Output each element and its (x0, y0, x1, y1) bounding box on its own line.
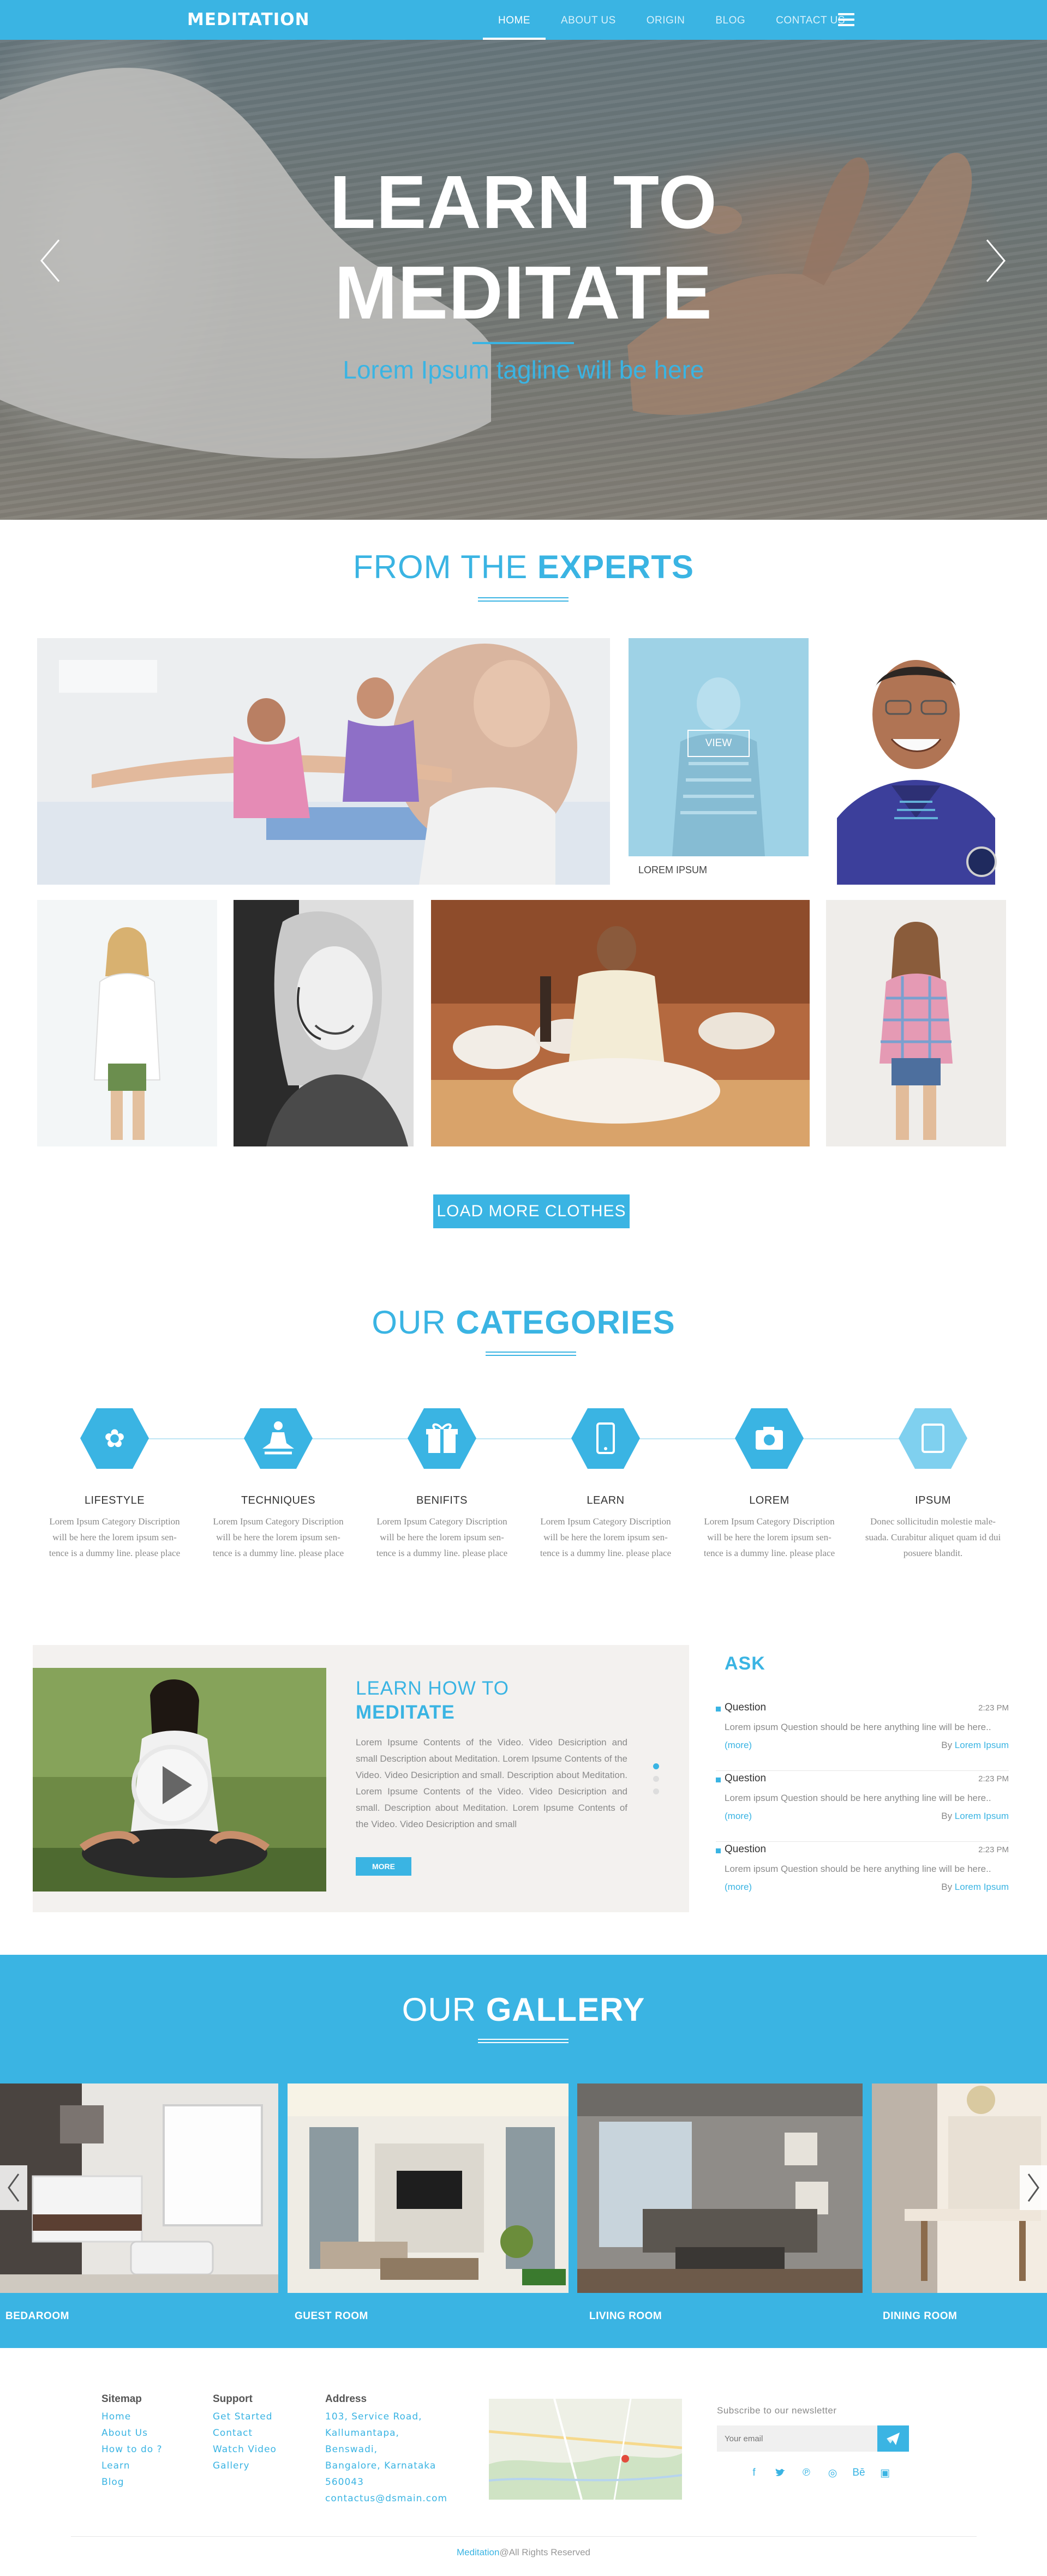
gallery-heading: OUR GALLERY (402, 1991, 645, 2028)
expert-tile-yoga-class[interactable] (37, 638, 610, 885)
dribbble-icon[interactable]: ◎ (819, 2467, 846, 2483)
location-map[interactable] (489, 2399, 682, 2500)
category-benifits[interactable]: BENIFITS Lorem Ipsum Category Discriptio… (366, 1407, 518, 1561)
hero-banner: LEARN TO MEDITATE Lorem Ipsum tagline wi… (0, 40, 1047, 520)
expert-tile-man-portrait[interactable] (826, 638, 1006, 885)
expert-tile-woman-white[interactable] (37, 900, 217, 1146)
chevron-left-icon[interactable] (39, 239, 61, 283)
pinterest-icon[interactable]: ℗ (793, 2467, 819, 2483)
ask-heading: ASK (725, 1653, 765, 1674)
footer-link[interactable]: How to do ? (101, 2441, 163, 2458)
newsletter-label: Subscribe to our newsletter (717, 2405, 837, 2416)
view-button[interactable]: VIEW (687, 730, 750, 757)
twitter-icon[interactable] (767, 2467, 793, 2483)
footer-link[interactable]: Home (101, 2409, 163, 2425)
carousel-dots (653, 1763, 659, 1801)
facebook-icon[interactable]: f (741, 2467, 767, 2483)
video-title-big: MEDITATE (356, 1702, 455, 1723)
author-link[interactable]: Lorem Ipsum (955, 1882, 1009, 1892)
chevron-left-icon[interactable] (0, 2165, 27, 2210)
carousel-dot[interactable] (653, 1763, 659, 1769)
gift-icon (406, 1407, 477, 1470)
category-lorem[interactable]: LOREM Lorem Ipsum Category Discription w… (693, 1407, 846, 1561)
load-more-button[interactable]: LOAD MORE CLOTHES (433, 1194, 630, 1228)
gallery-tile-guest-room[interactable] (288, 2083, 569, 2293)
meditation-pose-icon (243, 1407, 314, 1470)
footer-link[interactable]: Contact (213, 2425, 277, 2441)
categories-heading: OUR CATEGORIES (372, 1304, 675, 1341)
gallery-label-dining-room: DINING ROOM (883, 2310, 958, 2322)
author-link[interactable]: Lorem Ipsum (955, 1740, 1009, 1750)
expert-tile-woman-headset[interactable] (234, 900, 414, 1146)
copyright: Meditation@All Rights Reserved (457, 2547, 590, 2557)
social-links: f ℗ ◎ Bē ▣ (741, 2467, 898, 2483)
paper-plane-icon[interactable] (877, 2425, 909, 2452)
gallery-label-living-room: LIVING ROOM (589, 2310, 662, 2322)
chevron-right-icon[interactable] (1020, 2165, 1047, 2210)
gallery-heading-rule (478, 2039, 569, 2043)
hero-tagline: Lorem Ipsum tagline will be here (343, 356, 704, 384)
categories-heading-rule (486, 1352, 576, 1356)
question-more-link[interactable]: (more) (725, 1811, 752, 1822)
footer-address: Address 103, Service Road, Kallumantapa,… (325, 2393, 456, 2507)
video-thumbnail[interactable] (33, 1668, 326, 1892)
hamburger-menu-icon[interactable] (838, 13, 854, 26)
behance-icon[interactable]: Bē (846, 2467, 872, 2483)
author-link[interactable]: Lorem Ipsum (955, 1811, 1009, 1821)
question-more-link[interactable]: (more) (725, 1740, 752, 1751)
nav-blog[interactable]: BLOG (700, 0, 761, 40)
more-button[interactable]: MORE (356, 1857, 411, 1876)
nav-about-us[interactable]: ABOUT US (546, 0, 631, 40)
instagram-icon[interactable]: ▣ (872, 2467, 898, 2483)
question-item: Question 2:23 PM Lorem ipsum Question sh… (716, 1842, 1009, 1913)
gallery-label-guest-room: GUEST ROOM (295, 2310, 368, 2322)
nav-home[interactable]: HOME (483, 0, 546, 40)
experts-heading: FROM THE EXPERTS (353, 549, 694, 585)
camera-icon (734, 1407, 805, 1470)
hero-title-line-1: LEARN TO (330, 160, 717, 244)
expert-tile-woman-hover[interactable]: VIEW (629, 638, 809, 856)
newsletter-email-input[interactable] (717, 2425, 877, 2452)
expert-caption: LOREM IPSUM (638, 864, 708, 875)
question-more-link[interactable]: (more) (725, 1882, 752, 1893)
experts-heading-rule (478, 597, 569, 602)
nav-links: HOME ABOUT US ORIGIN BLOG CONTACT US (483, 0, 860, 40)
video-title-small: LEARN HOW TO (356, 1678, 510, 1699)
footer-link[interactable]: Gallery (213, 2458, 277, 2474)
footer-link[interactable]: Learn (101, 2458, 163, 2474)
category-ipsum[interactable]: IPSUM Donec sollicitudin molestie male- … (857, 1407, 1009, 1561)
carousel-dot[interactable] (653, 1776, 659, 1782)
tablet-icon (898, 1407, 968, 1470)
hero-title: LEARN TO MEDITATE (0, 157, 1047, 338)
video-description: Lorem Ipsume Contents of the Video. Vide… (356, 1737, 627, 1829)
gallery-label-bedroom: BEDAROOM (5, 2310, 69, 2322)
footer-link[interactable]: Get Started (213, 2409, 277, 2425)
footer-link[interactable]: Blog (101, 2474, 163, 2490)
category-lifestyle[interactable]: ✿ LIFESTYLE Lorem Ipsum Category Discrip… (38, 1407, 191, 1561)
footer-link[interactable]: Watch Video (213, 2441, 277, 2458)
lifestyle-icon: ✿ (79, 1407, 150, 1470)
expert-tile-woman-plaid[interactable] (826, 900, 1006, 1146)
footer-link[interactable]: About Us (101, 2425, 163, 2441)
category-learn[interactable]: LEARN Lorem Ipsum Category Discription w… (529, 1407, 682, 1561)
footer-sitemap: Sitemap Home About Us How to do ? Learn … (101, 2393, 163, 2490)
category-techniques[interactable]: TECHNIQUES Lorem Ipsum Category Discript… (202, 1407, 355, 1561)
hero-divider (472, 342, 574, 344)
mobile-icon (570, 1407, 641, 1470)
expert-tile-group-meditation[interactable] (431, 900, 810, 1146)
gallery-tile-bedroom[interactable] (0, 2083, 278, 2293)
nav-origin[interactable]: ORIGIN (631, 0, 701, 40)
contact-email-link[interactable]: contactus@dsmain.com (325, 2490, 456, 2507)
carousel-dot[interactable] (653, 1788, 659, 1794)
footer-support: Support Get Started Contact Watch Video … (213, 2393, 277, 2474)
gallery-tile-living-room[interactable] (577, 2083, 863, 2293)
site-logo[interactable]: MEDITATION (187, 10, 310, 29)
play-icon[interactable] (131, 1744, 213, 1826)
footer-divider (71, 2536, 977, 2537)
question-item: Question 2:23 PM Lorem ipsum Question sh… (716, 1700, 1009, 1771)
top-navbar: MEDITATION HOME ABOUT US ORIGIN BLOG CON… (0, 0, 1047, 40)
hero-title-line-2: MEDITATE (334, 251, 713, 335)
question-item: Question 2:23 PM Lorem ipsum Question sh… (716, 1771, 1009, 1842)
chevron-right-icon[interactable] (985, 239, 1007, 283)
